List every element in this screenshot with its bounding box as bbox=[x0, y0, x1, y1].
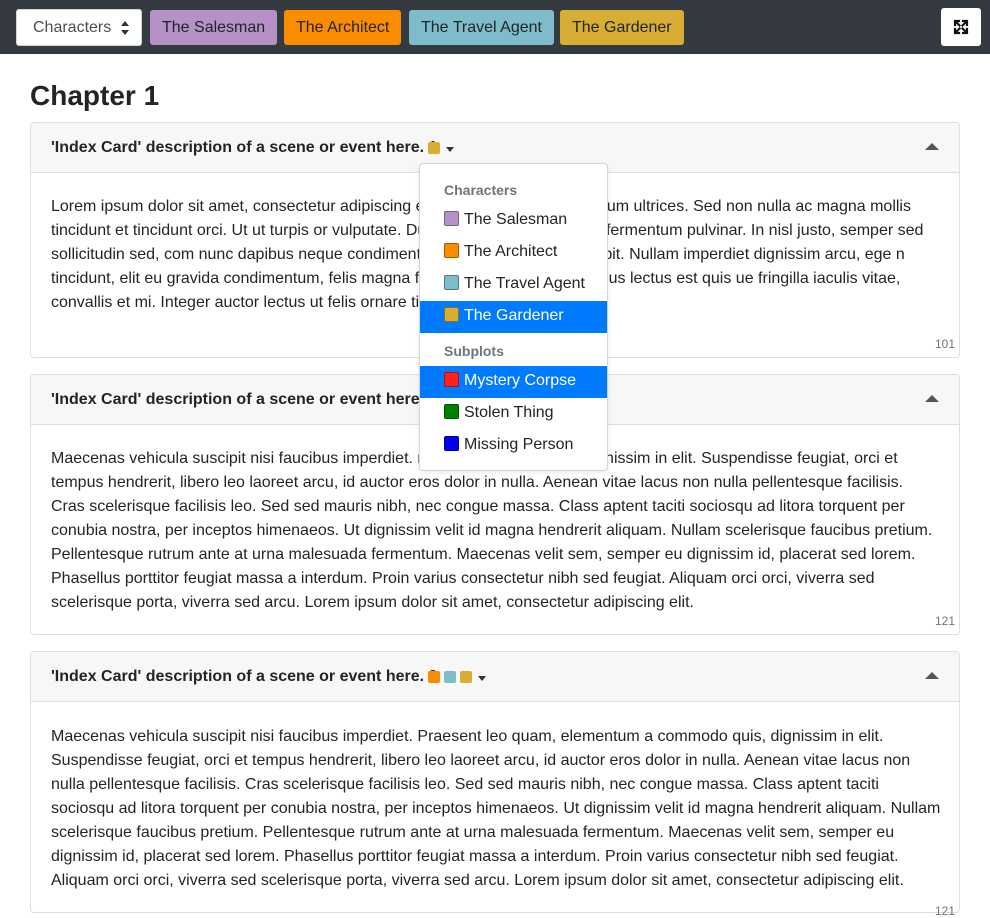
color-swatch bbox=[444, 275, 459, 290]
dropdown-item-label: The Architect bbox=[464, 243, 558, 260]
tag-toggle[interactable] bbox=[428, 142, 454, 154]
color-swatch bbox=[444, 436, 459, 451]
expand-icon bbox=[953, 19, 969, 35]
caret-down-icon bbox=[446, 147, 454, 152]
tag-label: The Travel Agent bbox=[421, 19, 542, 36]
tag-swatch bbox=[428, 142, 440, 154]
card-title: 'Index Card' description of a scene or e… bbox=[51, 668, 438, 685]
collapse-up-icon[interactable] bbox=[925, 672, 939, 679]
card-title: 'Index Card' description of a scene or e… bbox=[51, 391, 438, 408]
tag-label: The Gardener bbox=[572, 19, 672, 36]
dropdown-item-label: The Travel Agent bbox=[464, 275, 585, 292]
caret-down-icon bbox=[478, 676, 486, 681]
category-select[interactable]: Characters bbox=[16, 9, 142, 46]
tag-swatch bbox=[460, 671, 472, 683]
tag-the-travel-agent[interactable]: The Travel Agent bbox=[409, 10, 554, 45]
card-body: Maecenas vehicula suscipit nisi faucibus… bbox=[51, 728, 941, 889]
word-count: 121 bbox=[934, 614, 955, 628]
dropdown-item-label: Stolen Thing bbox=[464, 404, 554, 421]
tag-dropdown-menu: Characters The Salesman The Architect Th… bbox=[419, 163, 608, 471]
color-swatch bbox=[444, 404, 459, 419]
word-count: 101 bbox=[934, 337, 955, 351]
color-swatch bbox=[444, 243, 459, 258]
card-title: 'Index Card' description of a scene or e… bbox=[51, 139, 438, 156]
tag-the-salesman[interactable]: The Salesman bbox=[150, 10, 278, 45]
select-arrows-icon bbox=[121, 21, 129, 35]
dropdown-item-the-gardener[interactable]: The Gardener bbox=[420, 301, 607, 333]
dropdown-item-label: Missing Person bbox=[464, 436, 574, 453]
top-toolbar: Characters The Salesman The Architect Th… bbox=[0, 0, 990, 54]
color-swatch bbox=[444, 307, 459, 322]
color-swatch bbox=[444, 372, 459, 387]
dropdown-item-missing-person[interactable]: Missing Person bbox=[420, 430, 607, 462]
dropdown-item-label: The Salesman bbox=[464, 211, 568, 228]
tag-the-gardener[interactable]: The Gardener bbox=[560, 10, 684, 45]
dropdown-item-mystery-corpse[interactable]: Mystery Corpse bbox=[420, 366, 607, 398]
card-body: Maecenas vehicula suscipit nisi faucibus… bbox=[51, 450, 933, 611]
dropdown-item-stolen-thing[interactable]: Stolen Thing bbox=[420, 398, 607, 430]
tag-swatch bbox=[428, 671, 440, 683]
color-swatch bbox=[444, 211, 459, 226]
collapse-up-icon[interactable] bbox=[925, 143, 939, 150]
collapse-up-icon[interactable] bbox=[925, 395, 939, 402]
tag-label: The Architect bbox=[296, 19, 390, 36]
chapter-title: Chapter 1 bbox=[30, 80, 160, 111]
tag-label: The Salesman bbox=[162, 19, 266, 36]
category-select-value: Characters bbox=[33, 19, 112, 36]
tag-the-architect[interactable]: The Architect bbox=[284, 10, 402, 45]
dropdown-item-label: The Gardener bbox=[464, 307, 564, 324]
card-header[interactable]: 'Index Card' description of a scene or e… bbox=[31, 652, 959, 702]
dropdown-item-the-travel-agent[interactable]: The Travel Agent bbox=[420, 269, 607, 301]
index-card: 'Index Card' description of a scene or e… bbox=[30, 651, 960, 918]
dropdown-item-label: Mystery Corpse bbox=[464, 372, 577, 389]
fullscreen-button[interactable] bbox=[941, 8, 981, 46]
word-count: 121 bbox=[934, 904, 955, 918]
dropdown-header-subplots: Subplots bbox=[444, 343, 504, 359]
dropdown-item-the-salesman[interactable]: The Salesman bbox=[420, 205, 607, 237]
dropdown-header-characters: Characters bbox=[444, 182, 518, 198]
dropdown-item-the-architect[interactable]: The Architect bbox=[420, 237, 607, 269]
tag-toggle[interactable] bbox=[428, 671, 486, 683]
tag-swatch bbox=[444, 671, 456, 683]
